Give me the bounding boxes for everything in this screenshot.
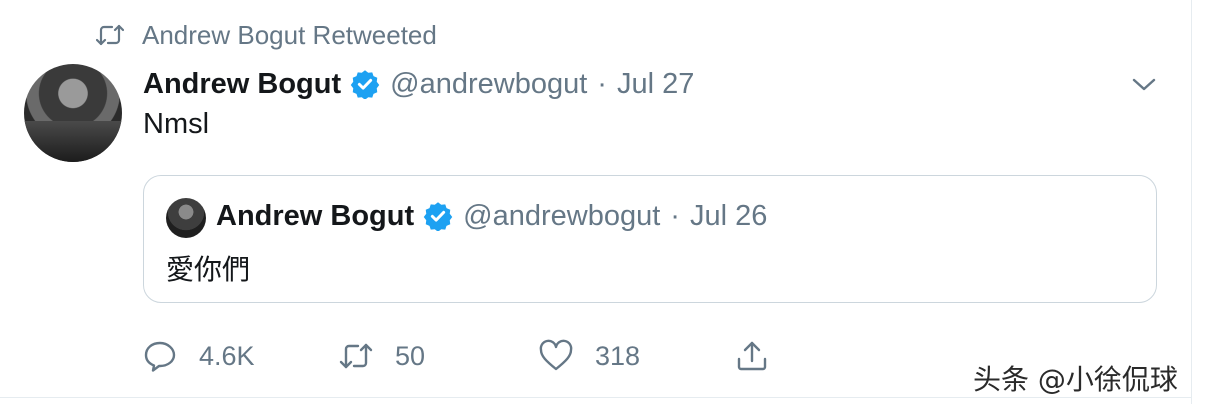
retweet-banner-text[interactable]: Andrew Bogut Retweeted xyxy=(142,20,437,51)
chevron-down-icon[interactable] xyxy=(1130,72,1158,96)
author-name[interactable]: Andrew Bogut xyxy=(143,68,341,101)
retweet-icon xyxy=(339,343,373,369)
avatar[interactable] xyxy=(24,64,122,162)
tweet-text: Nmsl xyxy=(143,108,210,140)
author-handle[interactable]: @andrewbogut xyxy=(390,68,587,101)
quoted-tweet-text: 愛你們 xyxy=(166,254,251,285)
reply-button[interactable]: 4.6K xyxy=(143,334,255,378)
retweet-icon xyxy=(95,24,125,46)
verified-badge-icon xyxy=(423,201,453,232)
quoted-avatar xyxy=(166,198,206,238)
quoted-tweet-header: Andrew Bogut @andrewbogut · Jul 26 xyxy=(216,196,767,236)
verified-badge-icon xyxy=(350,69,380,100)
separator-dot: · xyxy=(597,67,607,100)
retweet-banner: Andrew Bogut Retweeted xyxy=(95,18,437,52)
like-button[interactable]: 318 xyxy=(539,334,640,378)
watermark: 头条 @小徐侃球 xyxy=(973,363,1178,396)
retweet-count: 50 xyxy=(395,340,426,371)
quoted-tweet-card[interactable]: Andrew Bogut @andrewbogut · Jul 26 愛你們 xyxy=(143,175,1157,303)
share-icon xyxy=(737,341,767,371)
quoted-author-handle: @andrewbogut xyxy=(463,199,661,232)
share-button[interactable] xyxy=(735,334,769,378)
separator-dot: · xyxy=(670,199,680,232)
quoted-tweet-date: Jul 26 xyxy=(689,199,768,232)
like-count: 318 xyxy=(595,340,641,371)
tweet-date[interactable]: Jul 27 xyxy=(617,68,694,101)
reply-icon xyxy=(144,341,176,372)
retweet-button[interactable]: 50 xyxy=(339,334,425,378)
reply-count: 4.6K xyxy=(199,340,255,371)
tweet-header: Andrew Bogut @andrewbogut · Jul 27 xyxy=(143,64,694,104)
timeline-right-border xyxy=(1191,0,1192,404)
heart-icon xyxy=(539,339,573,371)
quoted-author-name: Andrew Bogut xyxy=(216,199,415,232)
